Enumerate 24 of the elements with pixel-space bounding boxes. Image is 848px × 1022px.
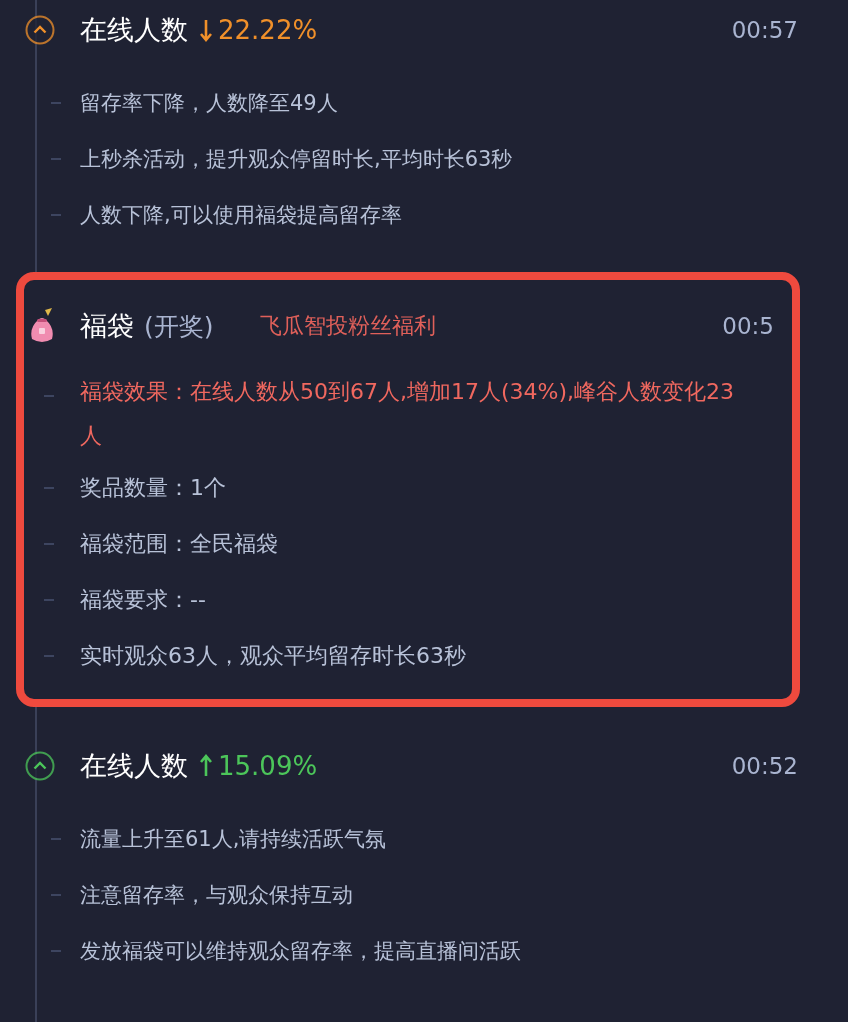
change-percent: 22.22%	[218, 15, 318, 45]
insight-text: 福袋效果：在线人数从50到67人,增加17人(34%),峰谷人数变化23人	[80, 378, 736, 450]
insight-text: 留存率下降，人数降至49人	[80, 90, 339, 117]
insight-text: 人数下降,可以使用福袋提高留存率	[80, 202, 403, 229]
insight-text: 福袋要求：--	[80, 586, 207, 614]
chevron-up-icon[interactable]	[25, 751, 55, 781]
change-percent: 15.09%	[218, 751, 318, 781]
chevron-up-icon[interactable]	[25, 15, 55, 45]
insight-text: 福袋范围：全民福袋	[80, 530, 279, 558]
lucky-bag-icon	[28, 308, 56, 344]
insight-text: 上秒杀活动，提升观众停留时长,平均时长63秒	[80, 146, 514, 173]
event-subtitle: (开奖)	[144, 310, 214, 343]
insight-text: 注意留存率，与观众保持互动	[80, 882, 354, 909]
event-title: 在线人数	[80, 749, 188, 783]
event-time: 00:52	[731, 753, 798, 779]
event-time: 00:5	[722, 313, 774, 339]
event-title: 在线人数	[80, 13, 188, 47]
insight-text: 实时观众63人，观众平均留存时长63秒	[80, 642, 467, 670]
insight-text: 发放福袋可以维持观众留存率，提高直播间活跃	[80, 938, 522, 965]
event-title: 福袋	[80, 309, 134, 343]
insight-text: 奖品数量：1个	[80, 474, 227, 502]
insight-text: 流量上升至61人,请持续活跃气氛	[80, 826, 388, 853]
event-tag: 飞瓜智投粉丝福利	[259, 311, 436, 341]
event-time: 00:57	[731, 17, 798, 43]
